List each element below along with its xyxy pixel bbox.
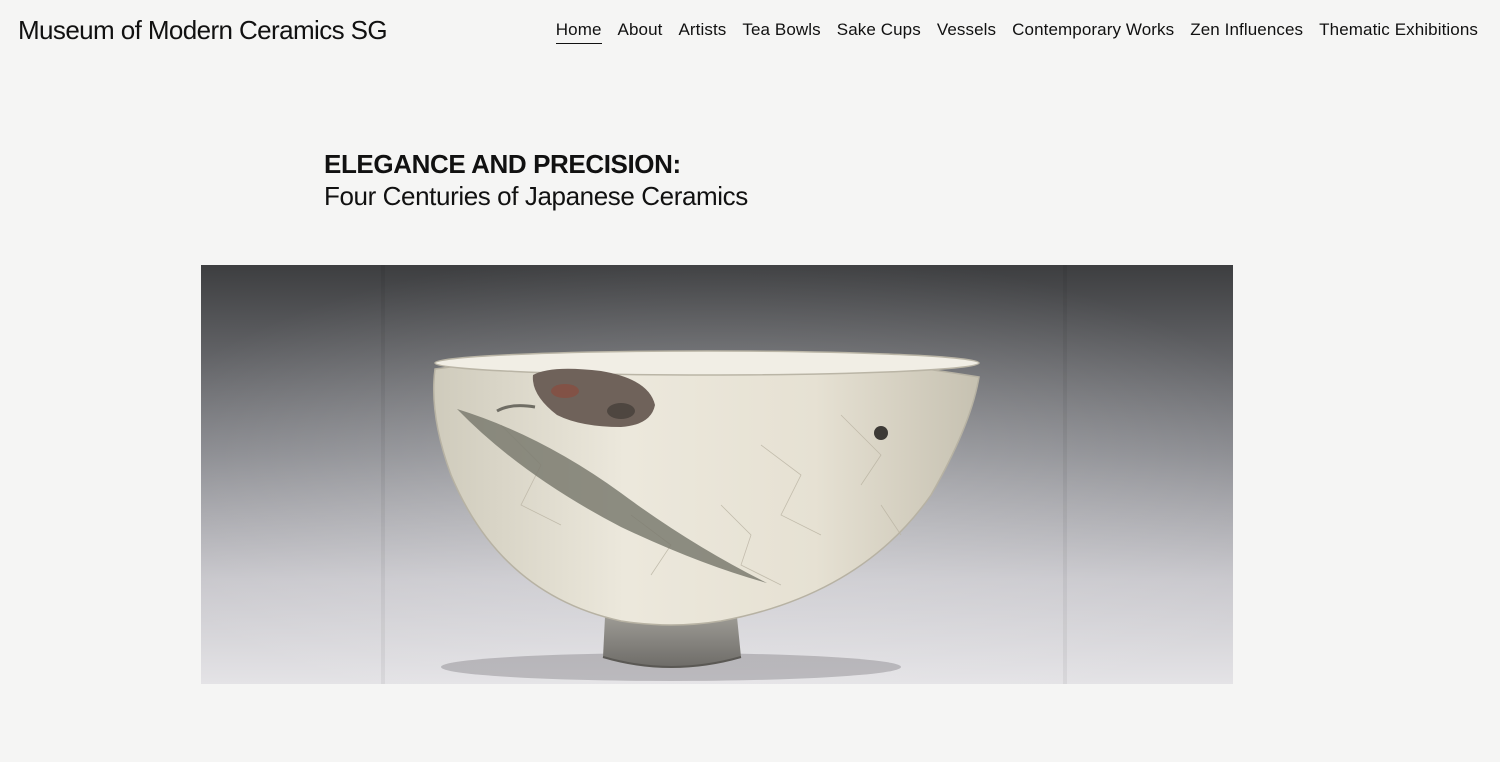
hero-title: ELEGANCE AND PRECISION: bbox=[324, 149, 681, 179]
tea-bowl-illustration bbox=[201, 265, 1233, 684]
main-nav: Home About Artists Tea Bowls Sake Cups V… bbox=[555, 20, 1478, 44]
site-title[interactable]: Museum of Modern Ceramics SG bbox=[18, 15, 388, 46]
nav-link-sake-cups[interactable]: Sake Cups bbox=[837, 20, 921, 44]
nav-link-zen-influences[interactable]: Zen Influences bbox=[1190, 20, 1303, 44]
nav-link-thematic-exhibitions[interactable]: Thematic Exhibitions bbox=[1319, 20, 1478, 44]
hero-subtitle: Four Centuries of Japanese Ceramics bbox=[324, 181, 748, 211]
hero-image-tea-bowl bbox=[201, 265, 1233, 684]
hero-heading: ELEGANCE AND PRECISION: Four Centuries o… bbox=[324, 148, 748, 212]
nav-link-about[interactable]: About bbox=[618, 20, 663, 44]
site-header: Museum of Modern Ceramics SG Home About … bbox=[0, 0, 1500, 62]
nav-link-contemporary-works[interactable]: Contemporary Works bbox=[1012, 20, 1174, 44]
nav-link-artists[interactable]: Artists bbox=[678, 20, 726, 44]
nav-link-home[interactable]: Home bbox=[555, 20, 602, 44]
nav-link-vessels[interactable]: Vessels bbox=[937, 20, 996, 44]
nav-link-tea-bowls[interactable]: Tea Bowls bbox=[742, 20, 820, 44]
